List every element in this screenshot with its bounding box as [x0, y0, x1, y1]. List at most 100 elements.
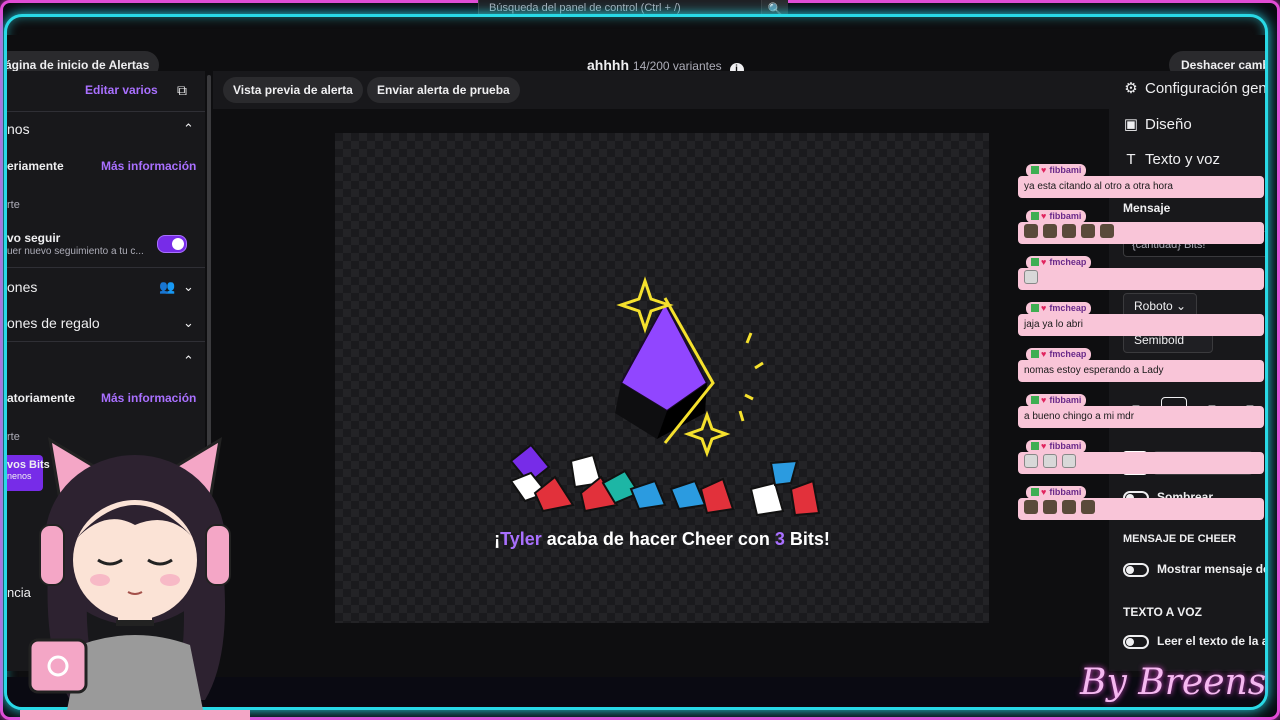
- emote-icon: [1062, 500, 1076, 514]
- chat-text: nomas estoy esperando a Lady: [1018, 360, 1264, 382]
- emote-icon: [1043, 500, 1057, 514]
- small-gem-icon: [789, 479, 821, 517]
- cheer-heading: MENSAJE DE CHEER: [1123, 533, 1237, 545]
- random-label-2: atoriamente: [7, 391, 76, 405]
- alert-amount: 3: [774, 529, 785, 549]
- tts-toggle[interactable]: [1123, 635, 1149, 649]
- chat-username-text: fibbami: [1049, 441, 1082, 451]
- layout-icon: ▣: [1123, 116, 1139, 133]
- tts-heading: TEXTO A VOZ: [1123, 605, 1202, 619]
- alert-message: ¡Tyler acaba de hacer Cheer con 3 Bits!: [335, 529, 989, 550]
- message-label: Mensaje: [1123, 201, 1171, 215]
- text-voice-label: Texto y voz: [1145, 151, 1221, 168]
- more-info-link[interactable]: Más información: [101, 159, 196, 173]
- spark-line: [754, 361, 764, 370]
- emote-icon: [1043, 454, 1057, 468]
- emote-icon: [1024, 454, 1038, 468]
- small-gem-icon: [699, 477, 735, 515]
- chat-username-text: fibbami: [1049, 487, 1082, 497]
- emote-icon: [1062, 454, 1076, 468]
- heart-badge-icon: ♥: [1041, 349, 1047, 359]
- emote-icon: [1024, 224, 1038, 238]
- text-voice-item[interactable]: T Texto y voz: [1123, 151, 1220, 168]
- emote-icon: [1043, 224, 1057, 238]
- chat-username: ♥ fibbami: [1026, 394, 1087, 407]
- chat-text: [1018, 498, 1264, 520]
- bits-gems-graphic: [509, 276, 821, 517]
- spark-line: [744, 393, 754, 401]
- heart-badge-icon: ♥: [1041, 211, 1047, 221]
- users-icon: 👥: [159, 279, 176, 294]
- alert-user: Tyler: [500, 529, 542, 549]
- font-value: Roboto: [1134, 299, 1173, 313]
- gear-icon: ⚙: [1124, 80, 1138, 97]
- chevron-down-icon[interactable]: ⌄: [183, 279, 194, 295]
- emote-icon: [1024, 500, 1038, 514]
- chat-username: ♥ fmcheap: [1026, 256, 1092, 269]
- preview-toolbar: Vista previa de alerta Enviar alerta de …: [213, 71, 1109, 109]
- random-row-2: atoriamente Más información: [7, 391, 205, 405]
- badge-icon: [1031, 304, 1039, 312]
- more-info-link-2[interactable]: Más información: [101, 391, 196, 405]
- badge-icon: [1031, 212, 1039, 220]
- section-gift-label: ones de regalo: [7, 315, 100, 331]
- alert-suffix: Bits!: [784, 529, 830, 549]
- section-subs[interactable]: ones 👥 ⌄: [7, 279, 205, 295]
- section-events[interactable]: nos ⌃: [7, 121, 205, 137]
- chat-username: ♥ fmcheap: [1026, 348, 1092, 361]
- small-gem-icon: [669, 479, 707, 511]
- general-settings-item[interactable]: ⚙ Configuración general: [1123, 79, 1267, 97]
- cheer-message-label: Mostrar mensaje de: [1157, 562, 1268, 576]
- small-gem-icon: [533, 475, 575, 513]
- preview-alert-button[interactable]: Vista previa de alerta: [223, 77, 363, 103]
- chat-username-text: fmcheap: [1049, 303, 1087, 313]
- chat-text: [1018, 452, 1264, 474]
- chat-text: jaja ya lo abri: [1018, 314, 1264, 336]
- emote-icon: [1081, 224, 1095, 238]
- follow-toggle[interactable]: [157, 235, 187, 253]
- emote-icon: [1024, 270, 1038, 284]
- tts-label: Leer el texto de la al: [1157, 634, 1268, 648]
- chat-text-content: ya esta citando al otro a otra hora: [1024, 181, 1173, 192]
- chevron-up-icon[interactable]: ⌃: [183, 121, 194, 137]
- art-label: rte: [7, 199, 20, 211]
- chat-username-text: fmcheap: [1049, 349, 1087, 359]
- small-gem-icon: [749, 481, 785, 517]
- chat-username: ♥ fibbami: [1026, 486, 1087, 499]
- general-settings-label: Configuración general: [1145, 80, 1267, 97]
- vtuber-avatar: [20, 437, 250, 720]
- design-item[interactable]: ▣ Diseño: [1123, 115, 1192, 133]
- chat-text-content: jaja ya lo abri: [1024, 319, 1083, 330]
- heart-badge-icon: ♥: [1041, 487, 1047, 497]
- badge-icon: [1031, 488, 1039, 496]
- design-label: Diseño: [1145, 116, 1192, 133]
- emote-icon: [1062, 224, 1076, 238]
- chat-text: [1018, 222, 1264, 244]
- section-gift[interactable]: ones de regalo ⌄: [7, 315, 205, 331]
- scroll-thumb[interactable]: [207, 75, 211, 455]
- badge-icon: [1031, 396, 1039, 404]
- copy-icon[interactable]: ⧉: [177, 82, 187, 99]
- chat-username-text: fibbami: [1049, 165, 1082, 175]
- divider: [7, 267, 205, 268]
- edit-multiple-link[interactable]: Editar varios: [85, 83, 158, 97]
- chat-username-text: fibbami: [1049, 395, 1082, 405]
- small-gem-icon: [769, 459, 799, 487]
- chat-text: a bueno chingo a mi mdr: [1018, 406, 1264, 428]
- badge-icon: [1031, 350, 1039, 358]
- heart-badge-icon: ♥: [1041, 303, 1047, 313]
- signature-watermark: By Breens: [1080, 662, 1267, 703]
- badge-icon: [1031, 166, 1039, 174]
- heart-badge-icon: ♥: [1041, 165, 1047, 175]
- chat-username-text: fibbami: [1049, 211, 1082, 221]
- send-test-alert-button[interactable]: Enviar alerta de prueba: [367, 77, 520, 103]
- alert-preview: ¡Tyler acaba de hacer Cheer con 3 Bits!: [335, 133, 989, 623]
- divider: [7, 111, 205, 112]
- chat-text: ya esta citando al otro a otra hora: [1018, 176, 1264, 198]
- chevron-down-icon[interactable]: ⌄: [183, 315, 194, 331]
- divider: [7, 341, 205, 342]
- chat-username: ♥ fibbami: [1026, 210, 1087, 223]
- cheer-message-toggle[interactable]: [1123, 563, 1149, 577]
- small-gem-icon: [629, 479, 667, 511]
- chevron-up-icon[interactable]: ⌃: [183, 353, 194, 369]
